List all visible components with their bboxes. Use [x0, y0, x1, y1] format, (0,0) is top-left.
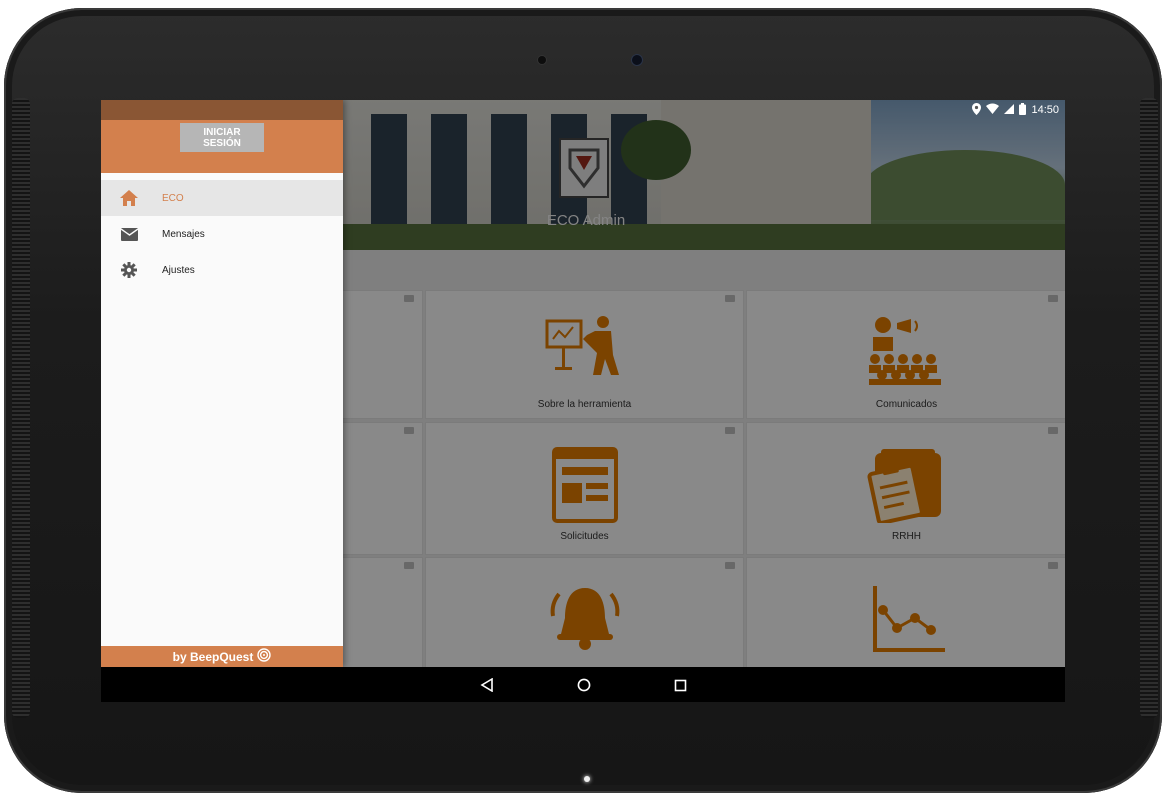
battery-icon — [1019, 102, 1027, 118]
drawer-header: INICIAR SESIÓN — [101, 120, 343, 173]
envelope-icon — [119, 224, 139, 244]
drawer-status-area — [101, 100, 343, 120]
drawer-item-label: Ajustes — [162, 264, 195, 276]
sensor — [538, 56, 546, 64]
home-circle-icon — [577, 678, 591, 692]
drawer-item-label: Mensajes — [162, 228, 205, 240]
notification-led — [584, 776, 590, 782]
home-button[interactable] — [574, 675, 594, 695]
drawer-item-eco[interactable]: ECO — [101, 180, 343, 216]
drawer-item-label: ECO — [162, 192, 184, 204]
drawer-item-mensajes[interactable]: Mensajes — [101, 216, 343, 252]
speaker-grille-left — [12, 98, 30, 718]
device-screen: ECO Admin Sobre la herramienta Comunicad… — [101, 100, 1065, 702]
system-nav-bar — [101, 667, 1065, 702]
gear-icon — [119, 260, 139, 280]
drawer-item-ajustes[interactable]: Ajustes — [101, 252, 343, 288]
drawer-menu: ECO Mensajes Ajustes — [101, 180, 343, 288]
drawer-footer: by BeepQuest — [101, 646, 343, 667]
speaker-grille-right — [1140, 98, 1158, 718]
navigation-drawer: INICIAR SESIÓN ECO Mensajes Ajustes by B… — [101, 100, 343, 667]
back-icon — [480, 678, 493, 692]
location-icon — [972, 102, 982, 118]
signal-icon — [1004, 103, 1015, 117]
app-main: ECO Admin Sobre la herramienta Comunicad… — [101, 100, 1065, 679]
beepquest-logo-icon — [257, 648, 272, 665]
home-icon — [119, 188, 139, 208]
status-bar: 14:50 — [343, 100, 1065, 120]
login-button[interactable]: INICIAR SESIÓN — [180, 123, 264, 152]
footer-credit: by BeepQuest — [172, 649, 254, 664]
front-camera — [632, 55, 642, 65]
back-button[interactable] — [477, 675, 497, 695]
recents-button[interactable] — [670, 675, 690, 695]
recents-icon — [674, 679, 686, 691]
clock: 14:50 — [1031, 104, 1059, 116]
wifi-icon — [986, 103, 1000, 117]
